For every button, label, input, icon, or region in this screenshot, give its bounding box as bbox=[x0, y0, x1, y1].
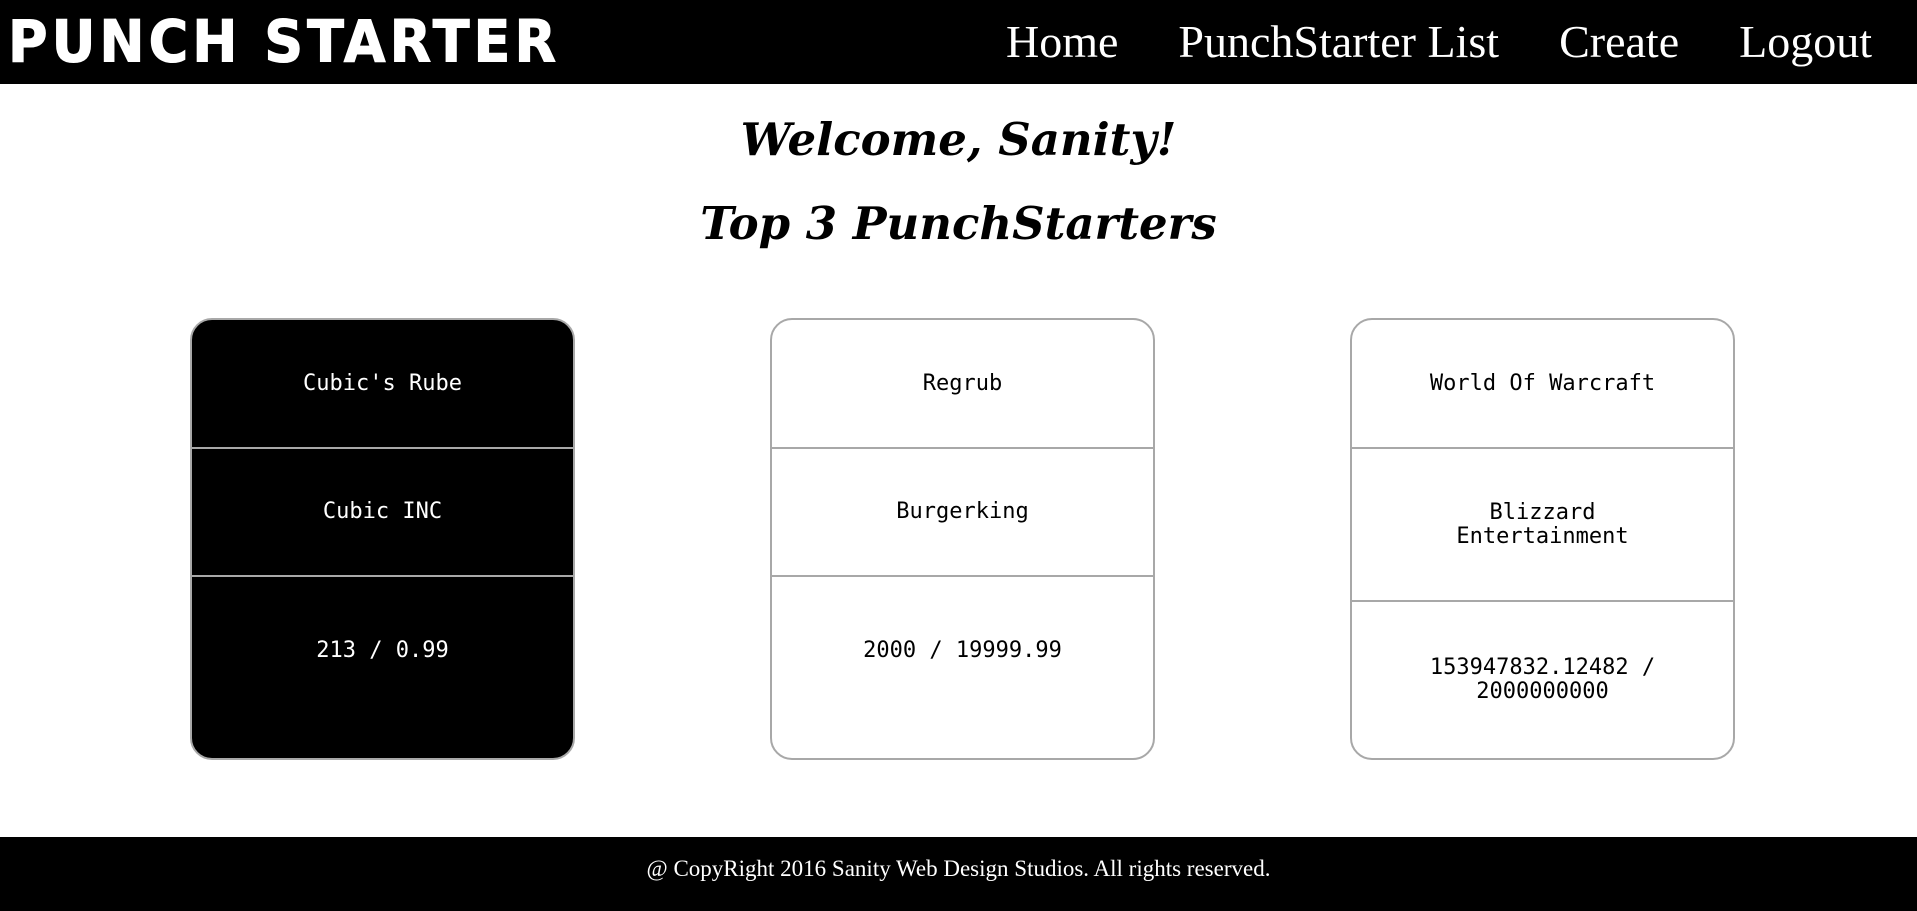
card-project-name[interactable]: World Of Warcraft bbox=[1352, 320, 1733, 448]
card-project-name[interactable]: Regrub bbox=[772, 320, 1153, 448]
card-project-name[interactable]: Cubic's Rube bbox=[192, 320, 573, 448]
top-punchstarters-heading: Top 3 PunchStarters bbox=[700, 197, 1217, 250]
card-funding-status: 2000 / 19999.99 bbox=[863, 638, 1062, 663]
main-nav: Home PunchStarter List Create Logout bbox=[946, 0, 1872, 84]
punchstarter-card[interactable]: Regrub Burgerking 2000 / 19999.99 bbox=[770, 318, 1155, 760]
top-nav-bar: PUNCH STARTER Home PunchStarter List Cre… bbox=[0, 0, 1917, 84]
punchstarter-card[interactable]: World Of Warcraft Blizzard Entertainment… bbox=[1350, 318, 1735, 760]
card-funding-status: 213 / 0.99 bbox=[316, 638, 449, 663]
page-footer: @ CopyRight 2016 Sanity Web Design Studi… bbox=[0, 837, 1917, 911]
card-company-name: Cubic INC bbox=[322, 499, 443, 524]
site-logo[interactable]: PUNCH STARTER bbox=[7, 3, 560, 81]
nav-create-link[interactable]: Create bbox=[1559, 0, 1679, 84]
card-funding-status: 153947832.12482 / 2000000000 bbox=[1429, 655, 1656, 704]
nav-home-link[interactable]: Home bbox=[1006, 0, 1118, 84]
card-company-name: Burgerking bbox=[896, 499, 1029, 524]
nav-punchstarter-list-link[interactable]: PunchStarter List bbox=[1178, 0, 1499, 84]
card-company-name: Blizzard Entertainment bbox=[1456, 499, 1629, 549]
nav-logout-link[interactable]: Logout bbox=[1739, 0, 1872, 84]
welcome-heading: Welcome, Sanity! bbox=[740, 113, 1177, 166]
punchstarter-card[interactable]: Cubic's Rube Cubic INC 213 / 0.99 bbox=[190, 318, 575, 760]
